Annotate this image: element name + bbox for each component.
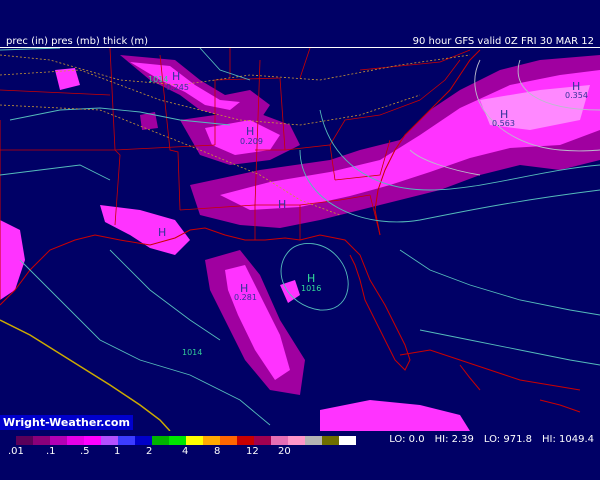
high-center-value: 0.209 <box>240 137 263 146</box>
legend-swatch <box>288 436 305 445</box>
legend-swatch <box>152 436 169 445</box>
legend-swatch <box>305 436 322 445</box>
legend-swatch <box>220 436 237 445</box>
legend-label: .1 <box>46 446 56 457</box>
legend-label: 1 <box>114 446 121 457</box>
precip-scale-labels: .01.1.5 1 2 4 8 12 20 <box>0 446 320 460</box>
legend-swatch <box>33 436 50 445</box>
precip-low: LO: 0.0 <box>389 434 425 445</box>
legend-swatch <box>16 436 33 445</box>
precip-color-scale <box>16 436 356 445</box>
isobar-label: 1014 <box>182 348 202 357</box>
legend-swatch <box>101 436 118 445</box>
high-center-letter: H <box>158 226 166 239</box>
legend-swatch <box>203 436 220 445</box>
legend-swatch <box>237 436 254 445</box>
legend-swatch <box>322 436 339 445</box>
legend-label: 4 <box>182 446 189 457</box>
high-center-value: 0.563 <box>492 119 515 128</box>
pressure-high: HI: 1049.4 <box>541 434 594 445</box>
legend-swatch <box>118 436 135 445</box>
isobar-label: 1014 <box>148 75 168 84</box>
map-header: prec (in) pres (mb) thick (m) 90 hour GF… <box>0 0 600 48</box>
legend-label: .01 <box>8 446 24 457</box>
legend-swatch <box>339 436 356 445</box>
high-center-value: 0.245 <box>166 83 189 92</box>
legend-swatch <box>186 436 203 445</box>
high-center-letter: H <box>172 70 180 83</box>
site-credit: Wright-Weather.com <box>0 415 133 430</box>
legend-swatch <box>84 436 101 445</box>
legend-swatch <box>271 436 288 445</box>
legend-swatch <box>50 436 67 445</box>
legend-swatch <box>169 436 186 445</box>
high-center-value: 0.354 <box>565 91 588 100</box>
legend-label: 8 <box>214 446 221 457</box>
legend-label: 12 <box>246 446 259 457</box>
map-valid-time: 90 hour GFS valid 0Z FRI 30 MAR 12 <box>412 36 594 47</box>
legend-label: 2 <box>146 446 153 457</box>
legend-label: .5 <box>80 446 90 457</box>
high-center-value: 1016 <box>301 284 321 293</box>
legend-label: 20 <box>278 446 291 457</box>
weather-map: H 0.245 H 0.209 H 0.563 H 0.354 H 1016 H… <box>0 47 600 432</box>
precip-high: HI: 2.39 <box>434 434 474 445</box>
map-stats: LO: 0.0 HI: 2.39 LO: 971.8 HI: 1049.4 <box>389 434 594 445</box>
pressure-low: LO: 971.8 <box>483 434 532 445</box>
high-center-value: 0.281 <box>234 293 257 302</box>
map-field-title: prec (in) pres (mb) thick (m) <box>6 36 149 47</box>
legend-swatch <box>254 436 271 445</box>
legend-swatch <box>67 436 84 445</box>
high-center-letter: H <box>278 198 286 211</box>
header-divider <box>0 47 600 48</box>
legend-swatch <box>135 436 152 445</box>
